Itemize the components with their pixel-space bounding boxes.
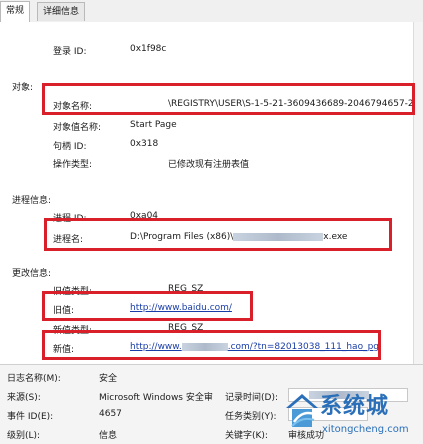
operation-type-label: 操作类型: [53, 160, 93, 170]
object-section-heading: 对象: [12, 83, 34, 93]
site-watermark: 系统城 xitongcheng.com [282, 386, 423, 443]
highlight-old-value [42, 291, 253, 321]
detail-scrollbar[interactable] [413, 22, 423, 364]
watermark-name: 系统城 [320, 394, 390, 419]
tab-details[interactable]: 详细信息 [37, 2, 86, 21]
source-label: 来源(S): [7, 393, 41, 403]
log-name-value: 安全 [99, 374, 118, 384]
log-name-label: 日志名称(M): [7, 374, 61, 384]
keywords-label: 关键字(K): [225, 431, 268, 441]
logged-label: 记录时间(D): [225, 393, 278, 403]
logon-id-label: 登录 ID: [53, 47, 87, 57]
level-label: 级别(L): [7, 431, 41, 441]
highlight-process-name [44, 218, 392, 251]
event-id-label: 事件 ID(E): [7, 412, 54, 422]
operation-type-value: 已修改现有注册表值 [168, 160, 250, 170]
level-value: 信息 [99, 431, 118, 441]
tab-strip: 常规 详细信息 [0, 0, 423, 23]
logon-id-value: 0x1f98c [130, 44, 167, 54]
object-value-name-value: Start Page [130, 120, 177, 130]
tab-general[interactable]: 常规 [0, 1, 31, 22]
highlight-object-name [42, 83, 415, 115]
event-id-value: 4657 [99, 409, 122, 419]
watermark-url: xitongcheng.com [322, 424, 409, 435]
task-category-label: 任务类别(Y): [225, 412, 277, 422]
highlight-new-value [42, 330, 381, 360]
process-section-heading: 进程信息: [12, 196, 52, 206]
change-section-heading: 更改信息: [12, 269, 52, 279]
handle-id-value: 0x318 [130, 139, 159, 149]
object-value-name-label: 对象值名称: [53, 123, 102, 133]
house-logo-icon [286, 394, 318, 427]
handle-id-label: 句柄 ID: [53, 142, 87, 152]
source-value: Microsoft Windows 安全审 [99, 393, 213, 403]
